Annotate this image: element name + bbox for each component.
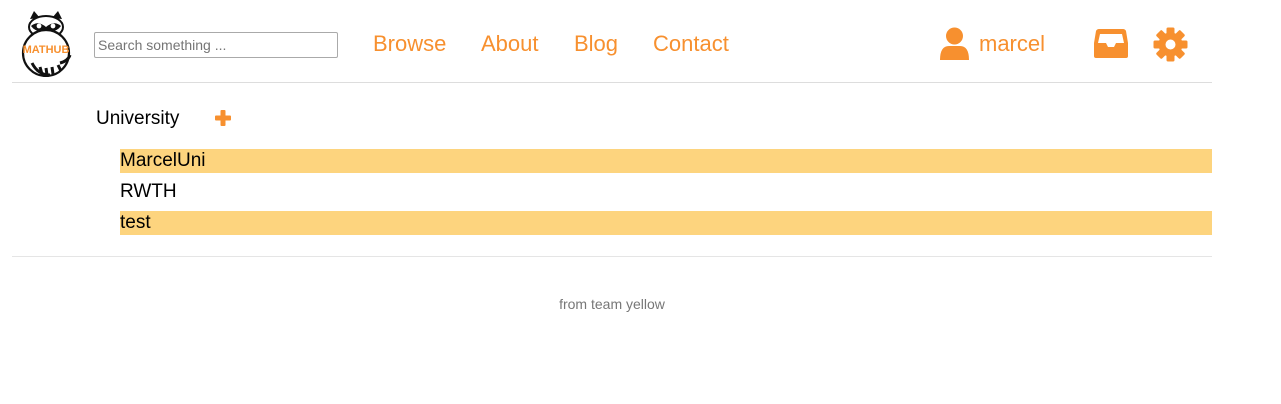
- list-item[interactable]: MarcelUni: [120, 149, 1212, 173]
- nav-contact[interactable]: Contact: [653, 31, 729, 57]
- footer-text: from team yellow: [559, 296, 665, 312]
- search-input[interactable]: [94, 32, 338, 58]
- university-list: MarcelUni RWTH test: [120, 149, 1212, 242]
- header: MATHUB Browse About Blog Contact marcel: [12, 0, 1212, 83]
- section-title: University: [96, 108, 180, 129]
- user-icon[interactable]: [939, 27, 970, 62]
- footer-divider: [12, 256, 1212, 257]
- nav-about[interactable]: About: [481, 31, 539, 57]
- logo-text: MATHUB: [23, 44, 70, 56]
- mathub-logo[interactable]: MATHUB: [16, 11, 76, 77]
- gear-icon[interactable]: [1153, 27, 1188, 62]
- list-item[interactable]: RWTH: [120, 180, 1212, 204]
- plus-icon[interactable]: [215, 110, 231, 126]
- inbox-icon[interactable]: [1093, 27, 1129, 60]
- nav-blog[interactable]: Blog: [574, 31, 618, 57]
- username-link[interactable]: marcel: [979, 31, 1045, 57]
- list-item[interactable]: test: [120, 211, 1212, 235]
- nav-browse[interactable]: Browse: [373, 31, 446, 57]
